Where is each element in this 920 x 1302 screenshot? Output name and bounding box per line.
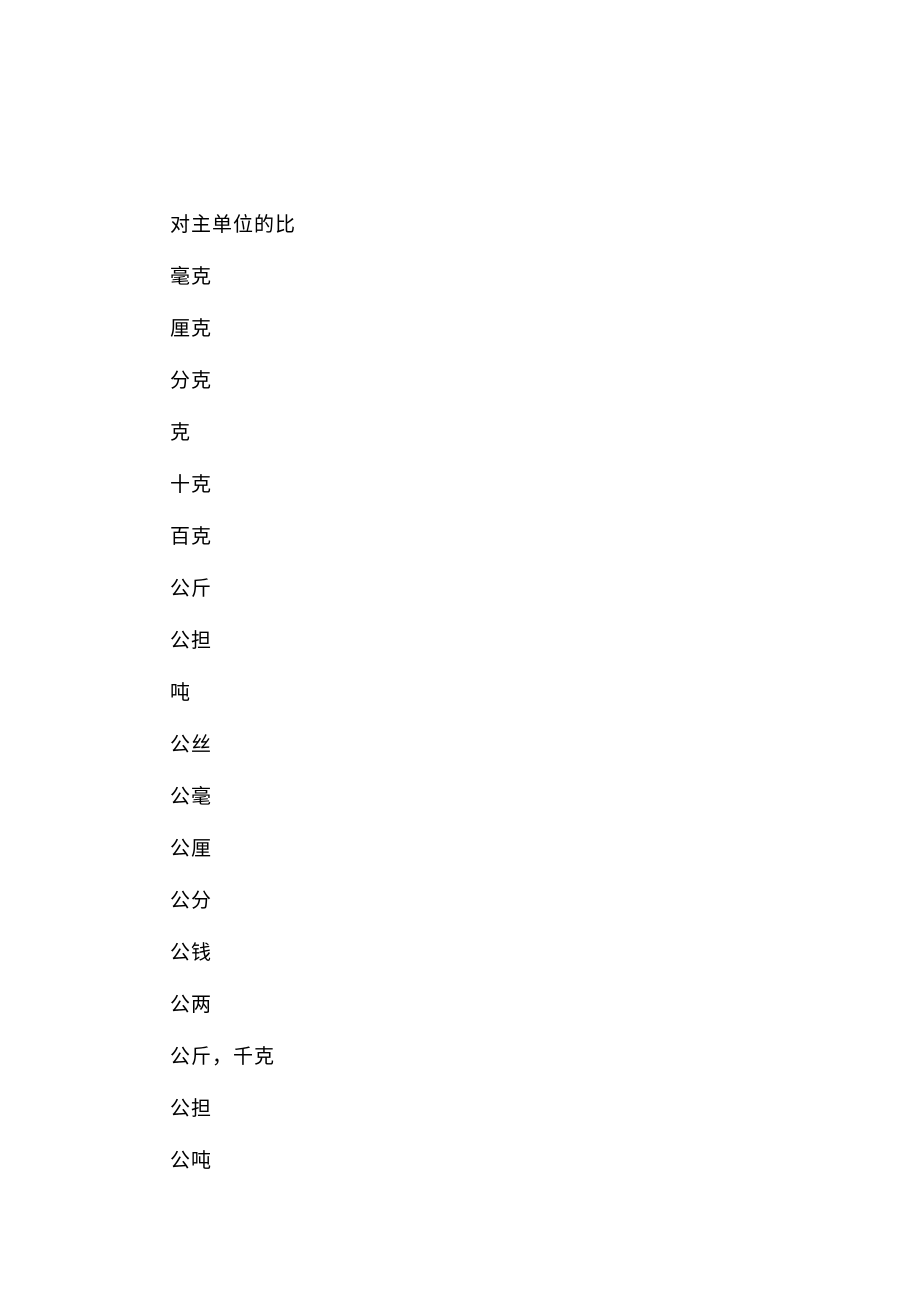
document-content: 对主单位的比 毫克 厘克 分克 克 十克 百克 公斤 公担 吨 公丝 公毫 公厘… [170,215,750,1203]
text-line: 公毫 [170,787,750,807]
text-line: 公厘 [170,839,750,859]
text-line: 公斤，千克 [170,1047,750,1067]
text-line: 公丝 [170,735,750,755]
text-line: 公斤 [170,579,750,599]
text-line: 分克 [170,371,750,391]
text-line: 十克 [170,475,750,495]
text-line: 公担 [170,631,750,651]
text-line: 公担 [170,1099,750,1119]
text-line: 百克 [170,527,750,547]
text-line: 克 [170,423,750,443]
text-line: 对主单位的比 [170,215,750,235]
text-line: 公吨 [170,1151,750,1171]
text-line: 公钱 [170,943,750,963]
text-line: 毫克 [170,267,750,287]
text-line: 公分 [170,891,750,911]
text-line: 吨 [170,683,750,703]
text-line: 公两 [170,995,750,1015]
text-line: 厘克 [170,319,750,339]
